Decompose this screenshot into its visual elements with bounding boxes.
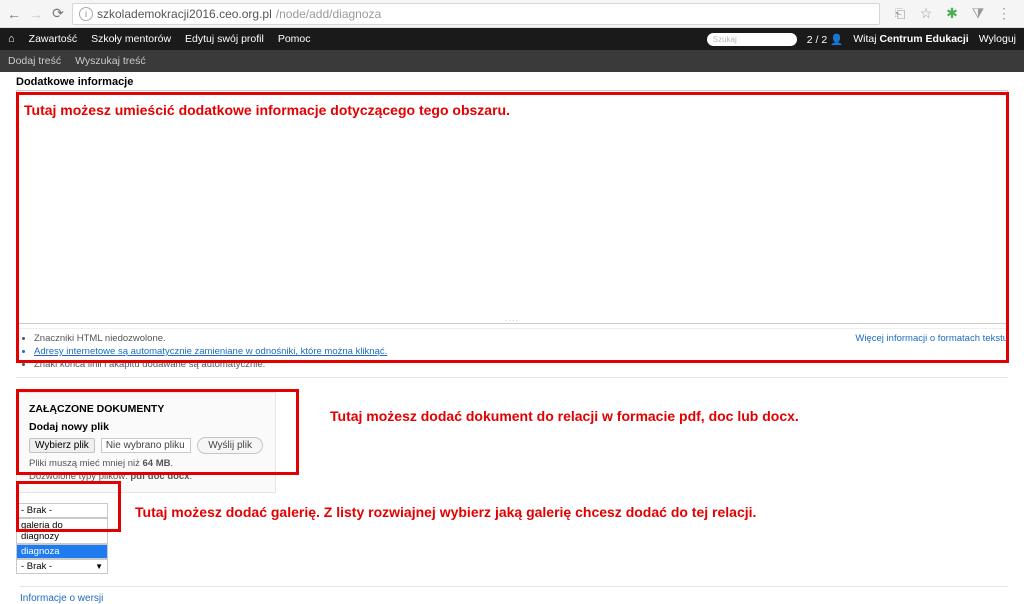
sub-nav: Dodaj treść Wyszukaj treść <box>0 50 1024 72</box>
version-info-link[interactable]: Informacje o wersji <box>20 586 1008 604</box>
attachments-hint: Pliki muszą mieć mniej niż 64 MB. Dozwol… <box>29 458 263 484</box>
annotation-text-1: Tutaj możesz umieścić dodatkowe informac… <box>24 102 510 118</box>
info-icon[interactable]: i <box>79 7 93 21</box>
search-input[interactable]: Szukaj <box>707 33 797 46</box>
bookmark-outline-icon[interactable]: ⎗ <box>892 6 908 22</box>
greeting: Witaj Centrum Edukacji <box>853 33 969 45</box>
star-icon[interactable]: ☆ <box>918 6 934 22</box>
reload-icon[interactable]: ⟳ <box>50 6 66 22</box>
search-placeholder: Szukaj <box>713 35 737 44</box>
logout-link[interactable]: Wyloguj <box>979 33 1016 45</box>
hint-item: Znaczniki HTML niedozwolone. <box>34 333 387 346</box>
forward-icon[interactable]: → <box>28 6 44 22</box>
attachments-subtitle: Dodaj nowy plik <box>29 421 263 433</box>
url-bar[interactable]: i szkolademokracji2016.ceo.org.pl/node/a… <box>72 3 880 25</box>
annotation-text-3: Tutaj możesz dodać galerię. Z listy rozw… <box>135 504 756 520</box>
url-path: /node/add/diagnoza <box>276 7 381 21</box>
more-info-link[interactable]: Więcej informacji o formatach tekstu <box>855 333 1008 344</box>
counter: 2 / 2 👤 <box>807 33 843 46</box>
section-title: Dodatkowe informacje <box>16 76 1008 88</box>
gallery-option[interactable]: - Brak - <box>16 503 108 518</box>
back-icon[interactable]: ← <box>6 6 22 22</box>
attachments-title: ZAŁĄCZONE DOKUMENTY <box>29 403 263 415</box>
additional-info-textarea[interactable]: ···· <box>16 90 1008 324</box>
nav-item-edytuj[interactable]: Edytuj swój profil <box>185 33 264 45</box>
url-host: szkolademokracji2016.ceo.org.pl <box>97 7 272 21</box>
gallery-option[interactable]: galeria do diagnozy <box>16 518 108 544</box>
hint-item: Adresy internetowe są automatycznie zami… <box>34 346 387 359</box>
home-icon[interactable]: ⌂ <box>8 33 15 45</box>
nav-item-zawartosc[interactable]: Zawartość <box>29 33 77 45</box>
gallery-select[interactable]: - Brak - ▼ <box>16 559 108 574</box>
extension-icon[interactable]: ✱ <box>944 6 960 22</box>
format-hints-list: Znaczniki HTML niedozwolone. Adresy inte… <box>34 333 387 371</box>
no-file-label: Nie wybrano pliku <box>101 438 191 453</box>
menu-icon[interactable]: ⋮ <box>996 6 1012 22</box>
hint-item: Znaki końca linii i akapitu dodawane są … <box>34 359 387 372</box>
chevron-down-icon: ▼ <box>95 562 103 571</box>
nav-item-szkoly[interactable]: Szkoły mentorów <box>91 33 171 45</box>
attachments-block: ZAŁĄCZONE DOKUMENTY Dodaj nowy plik Wybi… <box>16 392 276 493</box>
choose-file-button[interactable]: Wybierz plik <box>29 438 95 453</box>
gallery-select-value: - Brak - <box>21 561 52 572</box>
annotation-text-2: Tutaj możesz dodać dokument do relacji w… <box>330 408 799 424</box>
subnav-wyszukaj[interactable]: Wyszukaj treść <box>75 55 146 67</box>
gallery-block: - Brak - galeria do diagnozy diagnoza - … <box>16 503 108 574</box>
browser-toolbar: ← → ⟳ i szkolademokracji2016.ceo.org.pl/… <box>0 0 1024 28</box>
puzzle-icon[interactable]: ⧩ <box>970 6 986 22</box>
nav-item-pomoc[interactable]: Pomoc <box>278 33 311 45</box>
subnav-dodaj[interactable]: Dodaj treść <box>8 55 61 67</box>
upload-file-button[interactable]: Wyślij plik <box>197 437 263 454</box>
resize-handle-icon[interactable]: ···· <box>497 317 527 323</box>
top-nav: ⌂ Zawartość Szkoły mentorów Edytuj swój … <box>0 28 1024 50</box>
